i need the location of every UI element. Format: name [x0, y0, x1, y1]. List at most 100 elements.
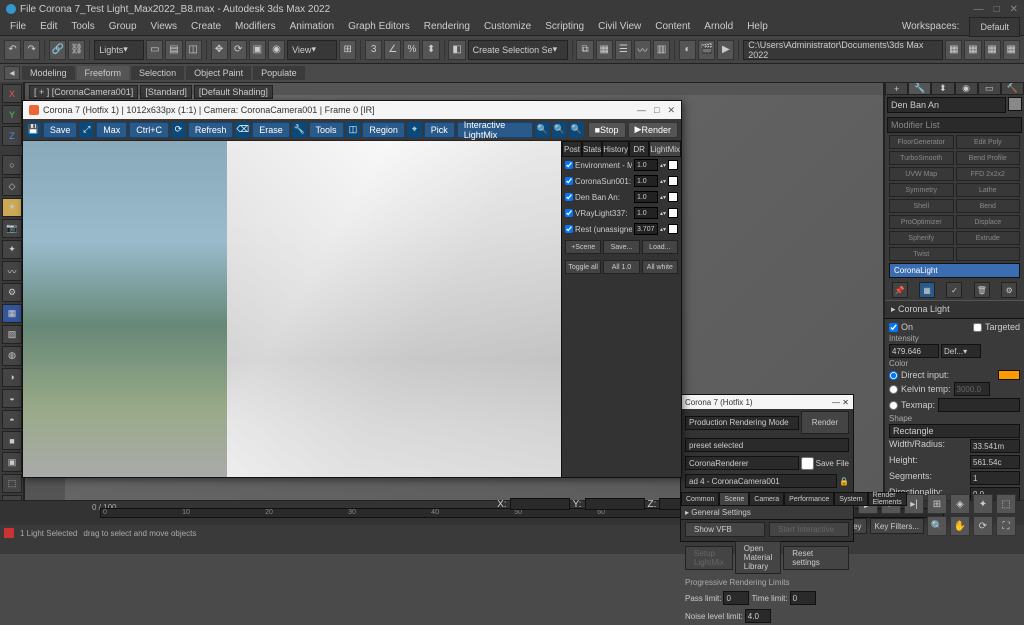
segments-field[interactable]: 1 [970, 471, 1020, 485]
vfb-tools-button[interactable]: Tools [309, 122, 344, 138]
startinteractive-button[interactable]: Start Interactive [769, 522, 849, 537]
openmat-button[interactable]: Open Material Library [735, 541, 781, 574]
layer-checkbox[interactable] [565, 209, 573, 217]
stack-item-coronalight[interactable]: CoronaLight [890, 264, 1019, 277]
vfb-save-lm-button[interactable]: Save... [603, 240, 639, 254]
mod-lathe[interactable]: Lathe [956, 183, 1021, 197]
menu-scripting[interactable]: Scripting [539, 19, 590, 34]
unlink-button[interactable]: ⛓ [68, 40, 85, 60]
selectbyname-button[interactable]: ▤ [165, 40, 182, 60]
vfb-save-button[interactable]: Save [43, 122, 78, 138]
placement-button[interactable]: ◉ [268, 40, 285, 60]
layer-color-swatch[interactable] [668, 160, 678, 170]
create-shapes-button[interactable]: ◇ [2, 177, 22, 196]
rstab-perf[interactable]: Performance [784, 492, 834, 506]
axis-y-icon[interactable]: Y [2, 105, 22, 124]
layer-intensity-field[interactable]: 1.0 [634, 207, 658, 219]
vfb-tab-dr[interactable]: DR [629, 141, 649, 157]
tool-extra-5[interactable]: ◒ [2, 389, 22, 408]
mirror-button[interactable]: ⧉ [576, 40, 593, 60]
viewnav-7[interactable]: ⟳ [973, 516, 993, 536]
showvfb-button[interactable]: Show VFB [685, 522, 765, 537]
layer-spinner-icon[interactable]: ▴▾ [660, 210, 666, 217]
layer-color-swatch[interactable] [668, 176, 678, 186]
layer-checkbox[interactable] [565, 177, 573, 185]
vfb-tools-icon[interactable]: 🔧 [292, 122, 307, 138]
create-spacewarps-button[interactable]: 〰 [2, 261, 22, 280]
panel-tab-utilities[interactable]: 🔨 [1001, 82, 1024, 95]
menu-animation[interactable]: Animation [284, 19, 340, 34]
lock-view-icon[interactable]: 🔒 [839, 477, 849, 486]
reset-button[interactable]: Reset settings [783, 546, 849, 570]
keyfilters-button[interactable]: Key Filters... [870, 518, 924, 534]
viewnav-3[interactable]: ✦ [973, 494, 993, 514]
targeted-checkbox[interactable] [973, 323, 982, 332]
rstab-elements[interactable]: Render Elements [868, 492, 907, 506]
vfb-render-button[interactable]: ▶ Render [628, 122, 678, 138]
object-name-field[interactable]: Den Ban An [887, 97, 1006, 113]
menu-content[interactable]: Content [649, 19, 696, 34]
tool-d-button[interactable]: ▦ [1003, 40, 1020, 60]
layer-checkbox[interactable] [565, 161, 573, 169]
vfb-scene-button[interactable]: +Scene [565, 240, 601, 254]
axis-z-icon[interactable]: Z [2, 126, 22, 145]
vfb-ctrlc-button[interactable]: Ctrl+C [129, 122, 169, 138]
rstab-scene[interactable]: Scene [719, 492, 749, 506]
percentsnap-button[interactable]: % [403, 40, 420, 60]
redo-button[interactable]: ↷ [23, 40, 40, 60]
vfb-tab-stats[interactable]: Stats [582, 141, 602, 157]
create-helpers-button[interactable]: ✦ [2, 240, 22, 259]
vfb-refresh-icon[interactable]: ⟳ [171, 122, 186, 138]
mod-editpoly[interactable]: Edit Poly [956, 135, 1021, 149]
rendermode-dropdown[interactable]: Production Rendering Mode [685, 416, 799, 430]
menu-edit[interactable]: Edit [34, 19, 63, 34]
tool-extra-8[interactable]: ▣ [2, 452, 22, 471]
vfb-pick-icon[interactable]: ⌖ [407, 122, 422, 138]
workspaces-dropdown[interactable]: Default [969, 17, 1020, 37]
mod-ffd[interactable]: FFD 2x2x2 [956, 167, 1021, 181]
savefile-checkbox[interactable] [801, 457, 814, 470]
renderframe-button[interactable]: ▶ [717, 40, 734, 60]
layer-intensity-field[interactable]: 3.707 [634, 223, 658, 235]
menu-grapheditors[interactable]: Graph Editors [342, 19, 416, 34]
x-coord-field[interactable] [510, 498, 570, 510]
vfb-region-button[interactable]: Region [362, 122, 405, 138]
mod-turbosmooth[interactable]: TurboSmooth [889, 151, 954, 165]
vfb-tab-history[interactable]: History [602, 141, 629, 157]
rendersetup-close[interactable]: ✕ [842, 398, 849, 407]
stack-showresult-button[interactable]: ▦ [919, 282, 935, 298]
kelvin-field[interactable]: 3000.0 [954, 382, 990, 396]
mod-extrude[interactable]: Extrude [956, 231, 1021, 245]
create-systems-button[interactable]: ⚙ [2, 283, 22, 302]
vfb-stop-button[interactable]: ■ Stop [588, 122, 626, 138]
spinnersnap-button[interactable]: ⬍ [422, 40, 439, 60]
layer-spinner-icon[interactable]: ▴▾ [660, 194, 666, 201]
vfb-tab-post[interactable]: Post [562, 141, 582, 157]
menu-tools[interactable]: Tools [65, 19, 100, 34]
namedsel-button[interactable]: ◧ [448, 40, 465, 60]
vfb-maximize-button[interactable]: □ [654, 105, 659, 116]
vfb-minimize-button[interactable]: — [637, 105, 646, 116]
menu-group[interactable]: Group [103, 19, 143, 34]
create-cameras-button[interactable]: 📷 [2, 219, 22, 238]
mod-shell[interactable]: Shell [889, 199, 954, 213]
mod-prooptimizer[interactable]: ProOptimizer [889, 215, 954, 229]
menu-help[interactable]: Help [741, 19, 774, 34]
mod-bend[interactable]: Bend [956, 199, 1021, 213]
directinput-radio[interactable] [889, 371, 898, 380]
object-color-swatch[interactable] [1008, 97, 1022, 111]
panel-tab-display[interactable]: ▭ [978, 82, 1001, 95]
rstab-camera[interactable]: Camera [749, 492, 784, 506]
passlimit-field[interactable]: 0 [723, 591, 749, 605]
vfb-all1-button[interactable]: All 1.0 [603, 260, 639, 274]
viewport-camera-tab[interactable]: [ + ] [CoronaCamera001] [29, 85, 138, 99]
playback-next-button[interactable]: ▸| [904, 494, 924, 514]
mod-twist[interactable]: Twist [889, 247, 954, 261]
stack-config-button[interactable]: ⚙ [1001, 282, 1017, 298]
viewnav-1[interactable]: ⊞ [927, 494, 947, 514]
vfb-pick-button[interactable]: Pick [424, 122, 455, 138]
menu-create[interactable]: Create [185, 19, 227, 34]
menu-rendering[interactable]: Rendering [418, 19, 476, 34]
texmap-radio[interactable] [889, 401, 898, 410]
ribbon-tab-selection[interactable]: Selection [131, 66, 184, 80]
